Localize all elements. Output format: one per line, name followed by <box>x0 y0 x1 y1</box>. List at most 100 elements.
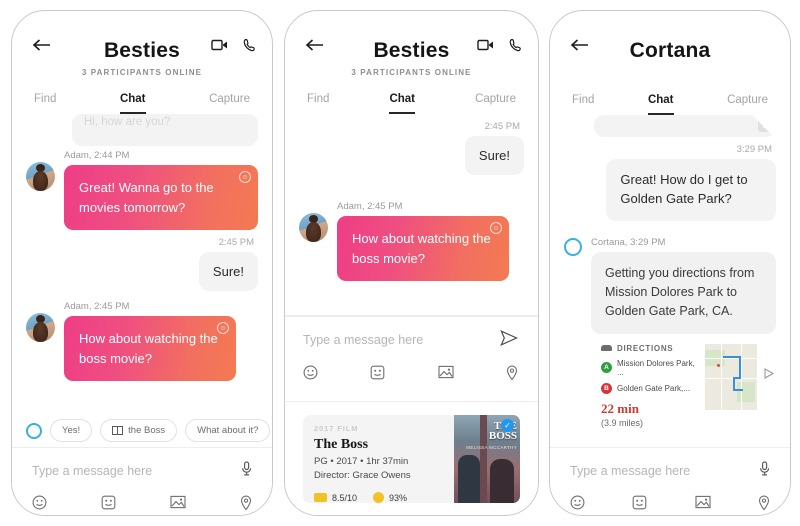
suggestion-chip-row: Yes! the Boss What about it? That <box>12 414 272 448</box>
message-composer: Type a message here <box>550 447 790 515</box>
composer-tool-row <box>12 491 272 515</box>
message-sender: Cortana, 3:29 PM <box>591 236 666 248</box>
distance-value: (3.9 miles) <box>601 417 644 428</box>
emoji-reaction-icon[interactable]: ☺ <box>217 322 229 334</box>
message-bubble-incoming[interactable]: ☺ Great! Wanna go to the movies tomorrow… <box>64 165 258 230</box>
location-pin-icon[interactable] <box>240 495 252 515</box>
photo-icon[interactable] <box>438 365 454 385</box>
tab-chat[interactable]: Chat <box>647 94 674 115</box>
participants-status: 3 PARTICIPANTS ONLINE <box>81 68 203 77</box>
send-paper-plane-icon[interactable] <box>500 330 519 350</box>
tab-chat[interactable]: Chat <box>389 93 415 114</box>
back-icon[interactable] <box>570 37 590 56</box>
location-pin-icon[interactable] <box>506 365 518 385</box>
emoji-reaction-icon[interactable]: ☺ <box>239 171 251 183</box>
message-row-outgoing: Great! How do I get to Golden Gate Park? <box>564 159 776 221</box>
emoji-reaction-icon[interactable]: ☺ <box>490 222 502 234</box>
tab-capture[interactable]: Capture <box>475 93 516 114</box>
message-timestamp: 2:45 PM <box>484 121 520 132</box>
suggestion-chip[interactable]: What about it? <box>185 419 271 442</box>
composer-tool-row <box>303 361 520 385</box>
emoji-icon[interactable] <box>570 495 585 515</box>
message-timestamp: 2:45 PM <box>218 237 254 248</box>
back-icon[interactable] <box>305 37 325 56</box>
back-icon[interactable] <box>32 37 52 56</box>
phone-screen: Cortana Find Chat Capture b 3:29 PM Grea… <box>550 11 790 515</box>
header-actions <box>477 38 521 56</box>
microphone-icon[interactable] <box>241 461 252 480</box>
photo-icon[interactable] <box>695 495 711 515</box>
tab-find[interactable]: Find <box>307 93 329 114</box>
phone-icon[interactable] <box>243 38 255 56</box>
message-bubble-incoming[interactable]: ☺ How about watching the boss movie? <box>337 216 509 281</box>
rotten-tomatoes-badge-icon <box>373 492 385 503</box>
message-input[interactable]: Type a message here <box>570 464 690 478</box>
sticker-icon[interactable] <box>632 495 647 515</box>
message-input[interactable]: Type a message here <box>303 333 423 347</box>
map-thumbnail[interactable] <box>705 343 757 410</box>
bing-icon: b <box>758 118 772 132</box>
message-composer: Yes! the Boss What about it? That Type a… <box>12 414 272 515</box>
phone-mockup-cortana: Cortana Find Chat Capture b 3:29 PM Grea… <box>549 10 791 516</box>
header-actions <box>211 38 255 56</box>
message-row-incoming: Adam, 2:44 PM ☺ Great! Wanna go to the m… <box>26 150 258 230</box>
sticker-icon[interactable] <box>101 495 116 515</box>
tab-capture[interactable]: Capture <box>209 93 250 114</box>
message-bubble-outgoing[interactable]: Great! How do I get to Golden Gate Park? <box>606 159 776 221</box>
directions-label: DIRECTIONS <box>617 343 674 353</box>
tab-find[interactable]: Find <box>34 93 56 114</box>
message-bubble-outgoing[interactable]: Sure! <box>198 252 258 291</box>
chat-tabs: Find Chat Capture <box>12 93 272 114</box>
phone-screen: Besties 3 PARTICIPANTS ONLINE Find Chat … <box>12 11 272 515</box>
message-sender: Adam, 2:44 PM <box>64 150 130 161</box>
cortana-circle-icon[interactable] <box>26 422 42 439</box>
video-camera-icon[interactable] <box>211 39 228 55</box>
movie-card[interactable]: 2017 FILM The Boss PG • 2017 • 1hr 37min… <box>303 415 520 503</box>
sticker-icon[interactable] <box>370 365 385 385</box>
poster-title-line2: BOSS <box>488 430 517 443</box>
directions-card[interactable]: DIRECTIONS A Mission Dolores Park, ... B… <box>601 343 776 428</box>
tab-chat[interactable]: Chat <box>119 93 146 114</box>
message-bubble-assistant[interactable]: Getting you directions from Mission Dolo… <box>591 251 776 334</box>
message-list: Hi, how are you? Adam, 2:44 PM ☺ Great! … <box>12 114 272 381</box>
avatar <box>26 313 55 342</box>
video-camera-icon[interactable] <box>477 39 494 55</box>
suggestion-chip[interactable]: the Boss <box>100 419 178 442</box>
microphone-icon[interactable] <box>759 461 770 480</box>
check-circle-icon[interactable]: ✓ <box>501 419 514 432</box>
share-button[interactable]: Share <box>303 503 520 515</box>
cortana-circle-icon <box>564 237 582 256</box>
rating-value: 8.5/10 <box>332 492 358 503</box>
chat-header: Cortana <box>550 11 790 78</box>
location-pin-icon[interactable] <box>758 495 770 515</box>
message-row-incoming: Adam, 2:45 PM ☺ How about watching the b… <box>299 201 524 281</box>
participants-status <box>550 68 790 78</box>
message-row-outgoing: Sure! <box>26 252 258 291</box>
photo-icon[interactable] <box>170 495 186 515</box>
phone-icon[interactable] <box>509 38 521 56</box>
directions-origin-row: A Mission Dolores Park, ... <box>601 359 699 377</box>
chip-label: Yes! <box>62 425 81 436</box>
message-list: b 3:29 PM Great! How do I get to Golden … <box>550 115 790 428</box>
composer-tool-row <box>550 491 790 515</box>
participants-status: 3 PARTICIPANTS ONLINE <box>351 68 472 77</box>
message-bubble-outgoing[interactable]: Sure! <box>464 136 524 175</box>
directions-details: DIRECTIONS A Mission Dolores Park, ... B… <box>601 344 699 428</box>
message-input[interactable]: Type a message here <box>32 464 152 478</box>
message-timestamp: 3:29 PM <box>736 144 772 155</box>
destination-label: Golden Gate Park,... <box>617 383 690 393</box>
movie-card-icon <box>112 426 124 435</box>
suggestion-chip[interactable]: Yes! <box>50 419 93 442</box>
chat-header: Besties 3 PARTICIPANTS ONLINE <box>285 11 538 77</box>
emoji-icon[interactable] <box>32 495 47 515</box>
emoji-icon[interactable] <box>303 365 318 385</box>
message-sender: Adam, 2:45 PM <box>337 201 403 212</box>
message-bubble-truncated: Hi, how are you? <box>72 114 258 146</box>
play-triangle-icon[interactable] <box>764 367 776 382</box>
phone-mockup-movie-share: Besties 3 PARTICIPANTS ONLINE Find Chat … <box>284 10 539 516</box>
tab-capture[interactable]: Capture <box>727 94 768 115</box>
directions-card-header: DIRECTIONS <box>601 344 699 353</box>
message-row-outgoing: Sure! <box>299 136 524 175</box>
tab-find[interactable]: Find <box>572 94 594 115</box>
message-bubble-incoming[interactable]: ☺ How about watching the boss movie? <box>64 316 236 381</box>
